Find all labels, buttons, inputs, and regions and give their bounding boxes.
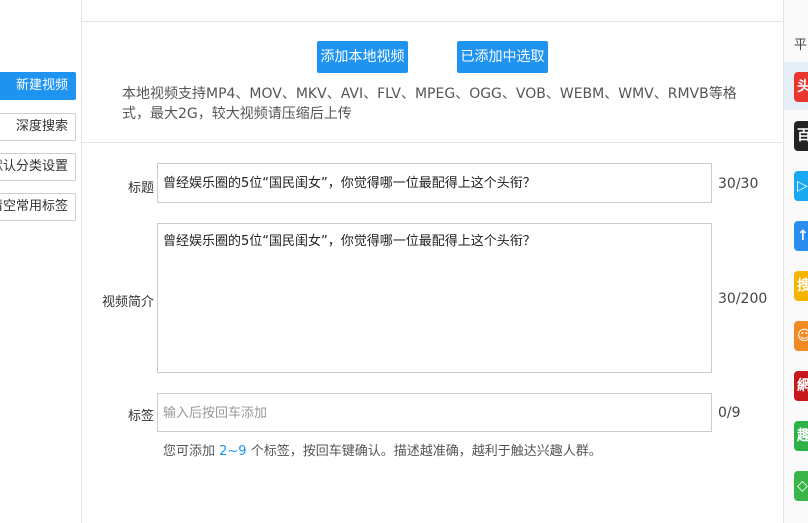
platform-panel: 平 头 百 ▷ ↑ 搜 ☺ 網 趣 ◇ — [783, 0, 808, 523]
deep-search-button[interactable]: 深度搜索 — [0, 113, 76, 141]
tags-count: 0/9 — [718, 405, 741, 421]
new-video-label: 新建视频 — [15, 78, 68, 93]
upload-area: 添加本地视频 已添加中选取 本地视频支持MP4、MOV、MKV、AVI、FLV、… — [82, 22, 782, 143]
hint-range: 2~9 — [219, 444, 247, 459]
title-label: 标题 — [127, 181, 154, 196]
hint-suffix: 个标签，按回车键确认。描述越准确，越利于触达兴趣人群。 — [246, 444, 602, 459]
play-icon[interactable]: ▷ — [794, 171, 808, 201]
upload-arrow-icon[interactable]: ↑ — [794, 221, 808, 251]
baijia-icon[interactable]: 百 — [794, 121, 808, 151]
default-category-button[interactable]: 默认分类设置 — [0, 153, 76, 181]
top-divider — [82, 0, 782, 22]
sohu-icon[interactable]: 搜 — [794, 271, 808, 301]
description-label: 视频简介 — [101, 295, 154, 310]
description-textarea[interactable]: 曾经娱乐圈的5位“国民闺女”，你觉得哪一位最配得上这个头衔？ — [157, 223, 712, 373]
left-sidebar: 新建视频 深度搜索 默认分类设置 清空常用标签 — [0, 0, 82, 523]
title-char-count: 30/30 — [718, 176, 759, 192]
qutoutiao-icon[interactable]: 趣 — [794, 421, 808, 451]
description-char-count: 30/200 — [718, 291, 768, 307]
clear-tags-label: 清空常用标签 — [0, 199, 68, 214]
clear-tags-button[interactable]: 清空常用标签 — [0, 193, 76, 221]
deep-search-label: 深度搜索 — [15, 119, 68, 134]
default-category-label: 默认分类设置 — [0, 159, 68, 174]
toutiao-icon[interactable]: 头 — [794, 72, 808, 102]
diamond-icon[interactable]: ◇ — [794, 471, 808, 501]
hint-prefix: 您可添加 — [163, 444, 220, 459]
main-panel: 添加本地视频 已添加中选取 本地视频支持MP4、MOV、MKV、AVI、FLV、… — [81, 0, 782, 523]
title-input[interactable]: 曾经娱乐圈的5位“国民闺女”，你觉得哪一位最配得上这个头衔？ — [157, 163, 712, 203]
tags-input[interactable]: 输入后按回车添加 — [157, 393, 712, 432]
tags-hint: 您可添加 2~9 个标签，按回车键确认。描述越准确，越利于触达兴趣人群。 — [163, 440, 602, 459]
tags-label: 标签 — [127, 409, 154, 424]
platform-panel-header: 平 — [794, 38, 808, 53]
new-video-button[interactable]: 新建视频 — [0, 72, 76, 100]
select-added-video-button[interactable]: 已添加中选取 — [457, 41, 548, 73]
add-local-video-button[interactable]: 添加本地视频 — [317, 41, 408, 73]
upload-format-note: 本地视频支持MP4、MOV、MKV、AVI、FLV、MPEG、OGG、VOB、W… — [122, 86, 737, 122]
fox-icon[interactable]: ☺ — [794, 321, 808, 351]
netease-icon[interactable]: 網 — [794, 371, 808, 401]
tags-placeholder: 输入后按回车添加 — [163, 406, 268, 421]
